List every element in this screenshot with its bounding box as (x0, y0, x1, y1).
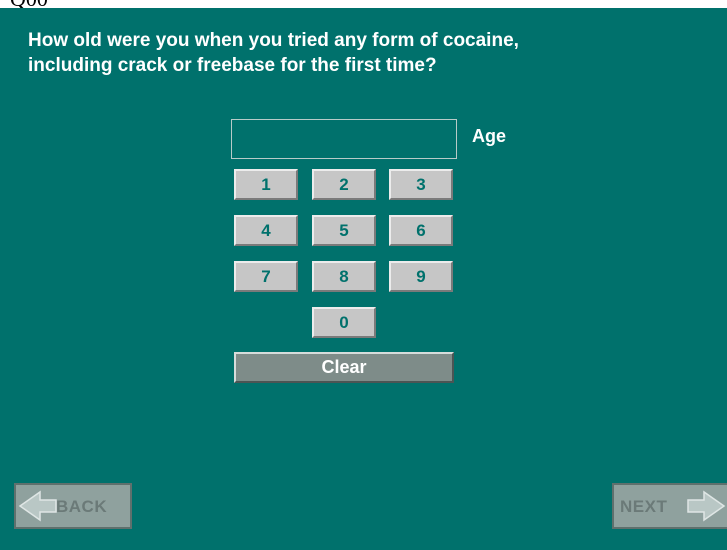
question-panel: How old were you when you tried any form… (0, 8, 727, 550)
back-button-label: BACK (56, 497, 108, 516)
next-button[interactable]: NEXT (612, 483, 727, 529)
question-text: How old were you when you tried any form… (28, 28, 718, 78)
keypad-key-0[interactable]: 0 (312, 307, 376, 338)
keypad-key-3[interactable]: 3 (389, 169, 453, 200)
question-line-1: How old were you when you tried any form… (28, 30, 519, 51)
keypad-key-1[interactable]: 1 (234, 169, 298, 200)
next-button-label: NEXT (620, 497, 668, 516)
arrow-left-icon (18, 490, 57, 522)
clear-button[interactable]: Clear (234, 352, 454, 383)
keypad-key-5[interactable]: 5 (312, 215, 376, 246)
keypad-key-8[interactable]: 8 (312, 261, 376, 292)
keypad-key-9[interactable]: 9 (389, 261, 453, 292)
keypad-key-7[interactable]: 7 (234, 261, 298, 292)
survey-screen: 'Q00 How old were you when you tried any… (0, 0, 727, 550)
keypad-key-6[interactable]: 6 (389, 215, 453, 246)
question-line-2: including crack or freebase for the firs… (28, 55, 437, 76)
back-button[interactable]: BACK (14, 483, 132, 529)
keypad-key-2[interactable]: 2 (312, 169, 376, 200)
arrow-right-icon (687, 490, 726, 522)
age-input[interactable] (231, 119, 457, 159)
age-label: Age (472, 126, 507, 146)
keypad-key-4[interactable]: 4 (234, 215, 298, 246)
